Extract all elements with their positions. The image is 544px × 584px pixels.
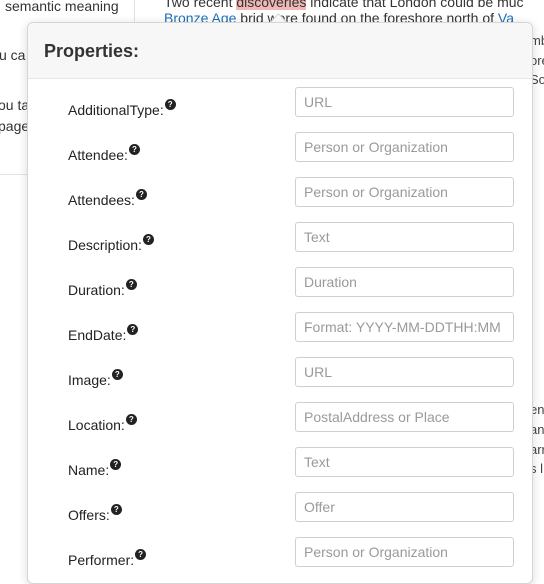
enddate-input[interactable] xyxy=(295,312,514,342)
help-icon[interactable]: ? xyxy=(135,549,147,560)
property-row-name: Name:? xyxy=(28,443,532,488)
property-row-performer: Performer:? xyxy=(28,533,532,578)
sidebar-text: ou ta xyxy=(0,97,30,113)
additionaltype-input[interactable] xyxy=(295,87,514,117)
description-input[interactable] xyxy=(295,222,514,252)
help-icon[interactable]: ? xyxy=(135,189,147,200)
sidebar-text: semantic meaning xyxy=(5,0,119,14)
property-label: AdditionalType:? xyxy=(68,99,176,118)
property-row-image: Image:? xyxy=(28,353,532,398)
offers-input[interactable] xyxy=(295,492,514,522)
help-icon[interactable]: ? xyxy=(111,369,123,380)
help-icon[interactable]: ? xyxy=(110,504,122,515)
property-label: Attendees:? xyxy=(68,189,147,208)
help-icon[interactable]: ? xyxy=(128,144,140,155)
property-label: Performer:? xyxy=(68,549,147,568)
performer-input[interactable] xyxy=(295,537,514,567)
help-icon[interactable]: ? xyxy=(125,279,137,290)
property-row-offers: Offers:? xyxy=(28,488,532,533)
property-row-duration: Duration:? xyxy=(28,263,532,308)
image-input[interactable] xyxy=(295,357,514,387)
article-text: Two recent xyxy=(164,0,237,10)
property-label: Description:? xyxy=(68,234,154,253)
name-input[interactable] xyxy=(295,447,514,477)
popup-header: Properties: xyxy=(28,23,532,79)
property-label: EndDate:? xyxy=(68,324,139,343)
attendees-input[interactable] xyxy=(295,177,514,207)
property-row-attendee: Attendee:? xyxy=(28,128,532,173)
popup-title: Properties: xyxy=(44,41,140,61)
property-row-description: Description:? xyxy=(28,218,532,263)
property-label: Offers:? xyxy=(68,504,122,523)
property-label: Image:? xyxy=(68,369,123,388)
article-line: Two recent discoveries indicate that Lon… xyxy=(164,0,524,10)
help-icon[interactable]: ? xyxy=(110,459,122,470)
property-label: Name:? xyxy=(68,459,122,478)
help-icon[interactable]: ? xyxy=(125,414,137,425)
help-icon[interactable]: ? xyxy=(142,234,154,245)
help-icon[interactable]: ? xyxy=(164,99,176,110)
properties-popup: Properties: AdditionalType:? Attendee:? … xyxy=(27,22,533,584)
property-row-enddate: EndDate:? xyxy=(28,308,532,353)
property-label: Attendee:? xyxy=(68,144,140,163)
duration-input[interactable] xyxy=(295,267,514,297)
property-row-location: Location:? xyxy=(28,398,532,443)
property-label: Location:? xyxy=(68,414,137,433)
location-input[interactable] xyxy=(295,402,514,432)
attendee-input[interactable] xyxy=(295,132,514,162)
sidebar-text: u ca xyxy=(0,47,26,63)
property-row-additionaltype: AdditionalType:? xyxy=(28,83,532,128)
property-label: Duration:? xyxy=(68,279,137,298)
property-row-attendees: Attendees:? xyxy=(28,173,532,218)
help-icon[interactable]: ? xyxy=(127,324,139,335)
article-text: indicate that London could be muc xyxy=(306,0,524,10)
highlighted-annotation[interactable]: discoveries xyxy=(236,0,307,10)
